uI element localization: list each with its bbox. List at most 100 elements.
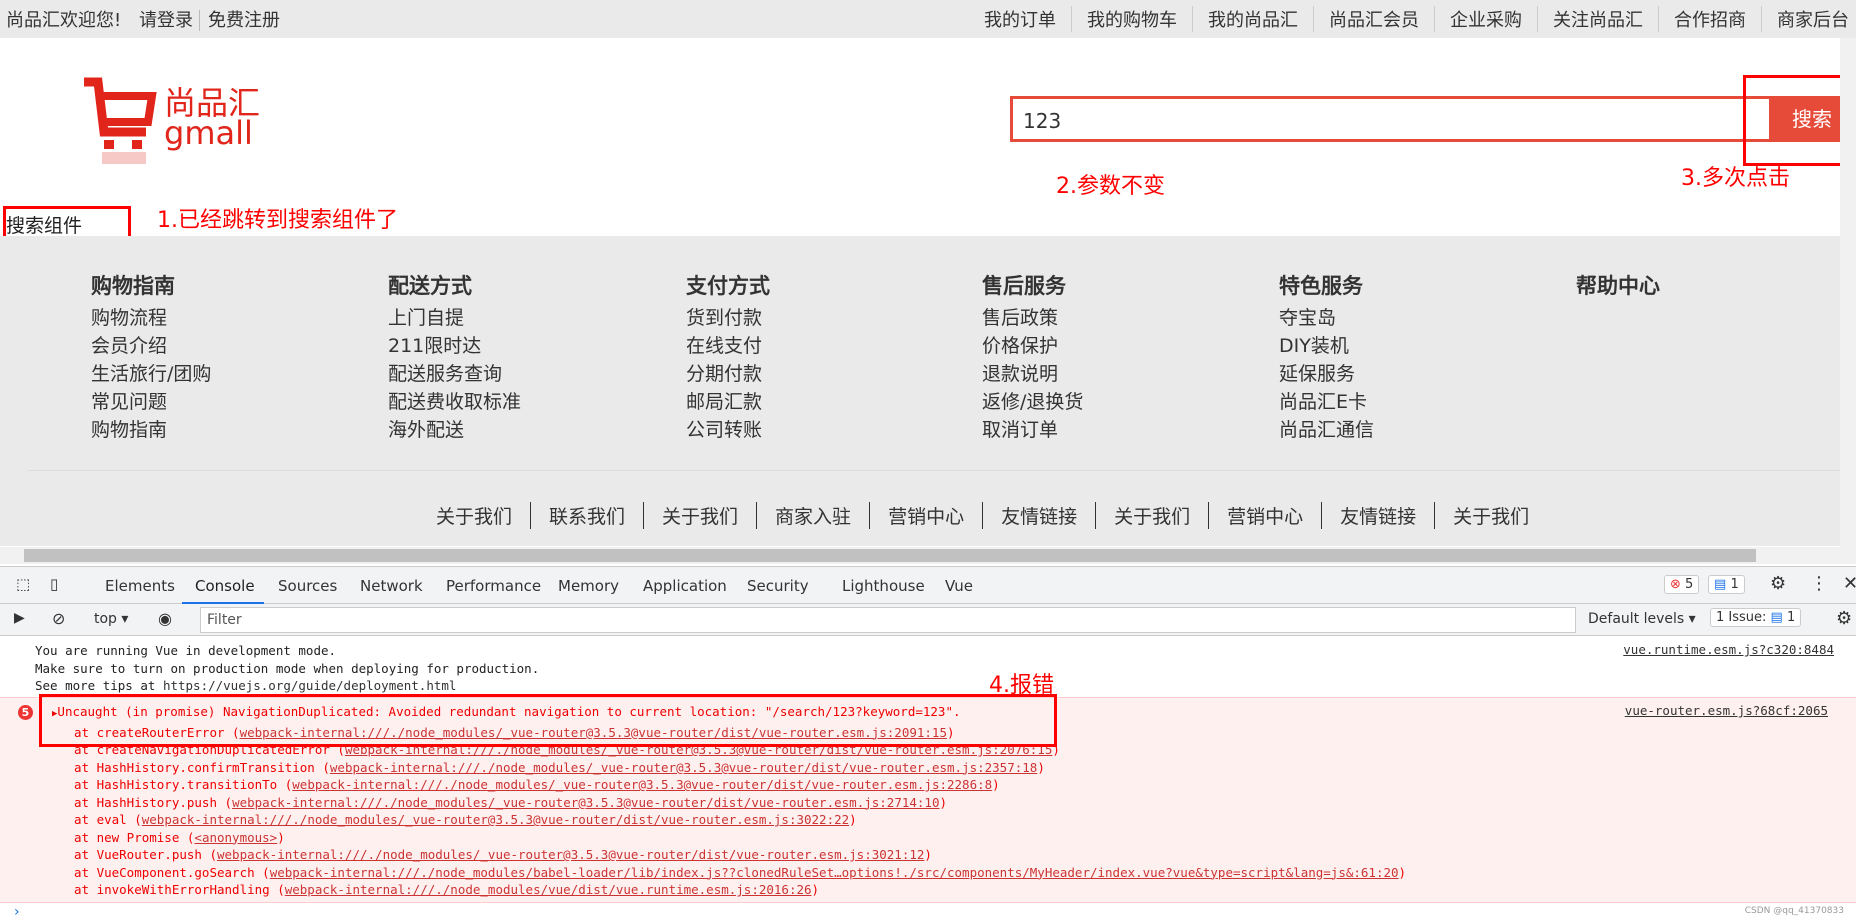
- stack-location-link[interactable]: webpack-internal:///./node_modules/_vue-…: [232, 795, 939, 810]
- footer-link[interactable]: 尚品汇通信: [1279, 416, 1374, 444]
- footer-bottom-link[interactable]: 商家入驻: [756, 502, 869, 529]
- footer-link[interactable]: 退款说明: [982, 360, 1083, 388]
- top-bar: 尚品汇欢迎您! 请登录 免费注册 我的订单 我的购物车 我的尚品汇 尚品汇会员 企业采购关…: [0, 0, 1856, 38]
- stack-location-link[interactable]: webpack-internal:///./node_modules/_vue-…: [330, 760, 1037, 775]
- footer-link[interactable]: 夺宝岛: [1279, 304, 1374, 332]
- stack-location-link[interactable]: webpack-internal:///./node_modules/babel…: [270, 865, 1399, 880]
- filter-input[interactable]: Filter: [200, 607, 1576, 633]
- top-nav-item[interactable]: 我的订单: [969, 6, 1071, 32]
- stack-frame: at HashHistory.transitionTo (webpack-int…: [74, 777, 1000, 792]
- device-toolbar-icon[interactable]: ▯: [50, 575, 58, 593]
- footer-link[interactable]: 分期付款: [686, 360, 770, 388]
- close-devtools-icon[interactable]: ✕: [1843, 573, 1856, 594]
- footer-link[interactable]: 常见问题: [91, 388, 211, 416]
- top-nav-item[interactable]: 商家后台: [1761, 6, 1856, 32]
- stack-location-link[interactable]: webpack-internal:///./node_modules/_vue-…: [292, 777, 992, 792]
- live-expression-icon[interactable]: ◉: [158, 609, 172, 628]
- footer-bottom-link[interactable]: 关于我们: [1434, 502, 1547, 529]
- footer-link[interactable]: 售后政策: [982, 304, 1083, 332]
- tab-sources[interactable]: Sources: [278, 577, 337, 595]
- top-nav-item[interactable]: 我的购物车: [1071, 6, 1192, 32]
- vertical-scrollbar[interactable]: [1840, 38, 1856, 547]
- issues-label: 1 Issue:: [1716, 610, 1767, 625]
- footer-link[interactable]: 取消订单: [982, 416, 1083, 444]
- footer-link[interactable]: 货到付款: [686, 304, 770, 332]
- footer-link[interactable]: 海外配送: [388, 416, 521, 444]
- info-line: Make sure to turn on production mode whe…: [35, 660, 540, 676]
- footer-bottom-link[interactable]: 营销中心: [869, 502, 982, 529]
- top-nav-item[interactable]: 关注尚品汇: [1537, 6, 1658, 32]
- footer-bottom-link[interactable]: 友情链接: [1321, 502, 1434, 529]
- footer-link[interactable]: 生活旅行/团购: [91, 360, 211, 388]
- tab-lighthouse[interactable]: Lighthouse: [842, 577, 925, 595]
- console-prompt-icon[interactable]: ›: [14, 904, 20, 920]
- footer-link[interactable]: 返修/退换货: [982, 388, 1083, 416]
- tab-application[interactable]: Application: [643, 577, 727, 595]
- top-nav-item[interactable]: 尚品汇会员: [1313, 6, 1434, 32]
- inspect-icon[interactable]: ⬚: [16, 575, 30, 593]
- message-counter[interactable]: ▤ 1: [1708, 574, 1745, 594]
- tab-performance[interactable]: Performance: [446, 577, 541, 595]
- footer-link[interactable]: 邮局汇款: [686, 388, 770, 416]
- info-source-link[interactable]: vue.runtime.esm.js?c320:8484: [1623, 642, 1834, 657]
- stack-location-link[interactable]: webpack-internal:///./node_modules/_vue-…: [142, 812, 849, 827]
- tab-security[interactable]: Security: [747, 577, 809, 595]
- footer-link[interactable]: 延保服务: [1279, 360, 1374, 388]
- login-link[interactable]: 请登录: [133, 10, 199, 31]
- footer-link[interactable]: 尚品汇E卡: [1279, 388, 1374, 416]
- more-icon[interactable]: ⋮: [1810, 573, 1828, 594]
- settings-icon[interactable]: ⚙: [1770, 573, 1786, 594]
- footer-link[interactable]: 配送服务查询: [388, 360, 521, 388]
- tab-elements[interactable]: Elements: [105, 577, 175, 595]
- stack-location-link[interactable]: <anonymous>: [194, 830, 277, 845]
- top-nav-item[interactable]: 合作招商: [1658, 6, 1761, 32]
- register-link[interactable]: 免费注册: [198, 10, 286, 31]
- context-select[interactable]: top ▾: [94, 611, 128, 627]
- footer-column: 配送方式上门自提 211限时达 配送服务查询 配送费收取标准 海外配送: [388, 270, 521, 444]
- levels-select[interactable]: Default levels ▾: [1588, 611, 1696, 627]
- stack-location-link[interactable]: webpack-internal:///./node_modules/vue/d…: [285, 882, 812, 897]
- sidebar-toggle-icon[interactable]: ▶: [14, 610, 25, 626]
- footer-bottom-link[interactable]: 关于我们: [643, 502, 756, 529]
- console-settings-icon[interactable]: ⚙: [1836, 608, 1852, 629]
- info-message: You are running Vue in development mode.…: [35, 642, 539, 695]
- tab-memory[interactable]: Memory: [558, 577, 619, 595]
- footer-link[interactable]: 购物流程: [91, 304, 211, 332]
- footer-link[interactable]: 购物指南: [91, 416, 211, 444]
- clear-console-icon[interactable]: ⊘: [52, 609, 65, 628]
- stack-location-link[interactable]: webpack-internal:///./node_modules/_vue-…: [217, 847, 924, 862]
- welcome-text: 尚品汇欢迎您!: [6, 10, 122, 31]
- info-link[interactable]: https://vuejs.org/guide/deployment.html: [163, 678, 457, 693]
- stack-fn: at HashHistory.transitionTo: [74, 777, 278, 792]
- footer: 购物指南 购物流程 会员介绍 生活旅行/团购 常见问题 购物指南 配送方式 上门自提 211限时…: [0, 236, 1852, 546]
- footer-link[interactable]: 公司转账: [686, 416, 770, 444]
- footer-column-title: 配送方式: [388, 274, 472, 298]
- error-count: 5: [1685, 577, 1694, 592]
- top-nav-item[interactable]: 我的尚品汇: [1192, 6, 1313, 32]
- error-source-link[interactable]: vue-router.esm.js?68cf:2065: [1625, 703, 1828, 718]
- search-input[interactable]: 123: [1010, 96, 1772, 142]
- footer-bottom-link[interactable]: 关于我们: [418, 502, 530, 529]
- footer-link[interactable]: DIY装机: [1279, 332, 1374, 360]
- footer-link[interactable]: 会员介绍: [91, 332, 211, 360]
- issues-button[interactable]: 1 Issue: ▤ 1: [1710, 608, 1802, 627]
- error-counter[interactable]: ⊗ 5: [1664, 574, 1700, 594]
- tab-vue[interactable]: Vue: [945, 577, 973, 595]
- logo[interactable]: 尚品汇 gmall: [82, 76, 272, 166]
- footer-link[interactable]: 价格保护: [982, 332, 1083, 360]
- tab-network[interactable]: Network: [360, 577, 423, 595]
- stack-fn: at VueComponent.goSearch: [74, 864, 255, 880]
- footer-bottom-link[interactable]: 营销中心: [1208, 502, 1321, 529]
- footer-link[interactable]: 在线支付: [686, 332, 770, 360]
- footer-bottom-link[interactable]: 友情链接: [982, 502, 1095, 529]
- tab-console[interactable]: Console: [195, 577, 255, 595]
- footer-bottom-link[interactable]: 关于我们: [1095, 502, 1208, 529]
- footer-bottom-link[interactable]: 联系我们: [530, 502, 643, 529]
- top-nav-item[interactable]: 企业采购: [1434, 6, 1537, 32]
- footer-link[interactable]: 211限时达: [388, 332, 521, 360]
- footer-link[interactable]: 上门自提: [388, 304, 521, 332]
- horizontal-scrollbar-thumb[interactable]: [24, 549, 1756, 562]
- footer-link[interactable]: 配送费收取标准: [388, 388, 521, 416]
- stack-fn: at new Promise: [74, 829, 180, 845]
- stack-fn: at HashHistory.push: [74, 794, 217, 810]
